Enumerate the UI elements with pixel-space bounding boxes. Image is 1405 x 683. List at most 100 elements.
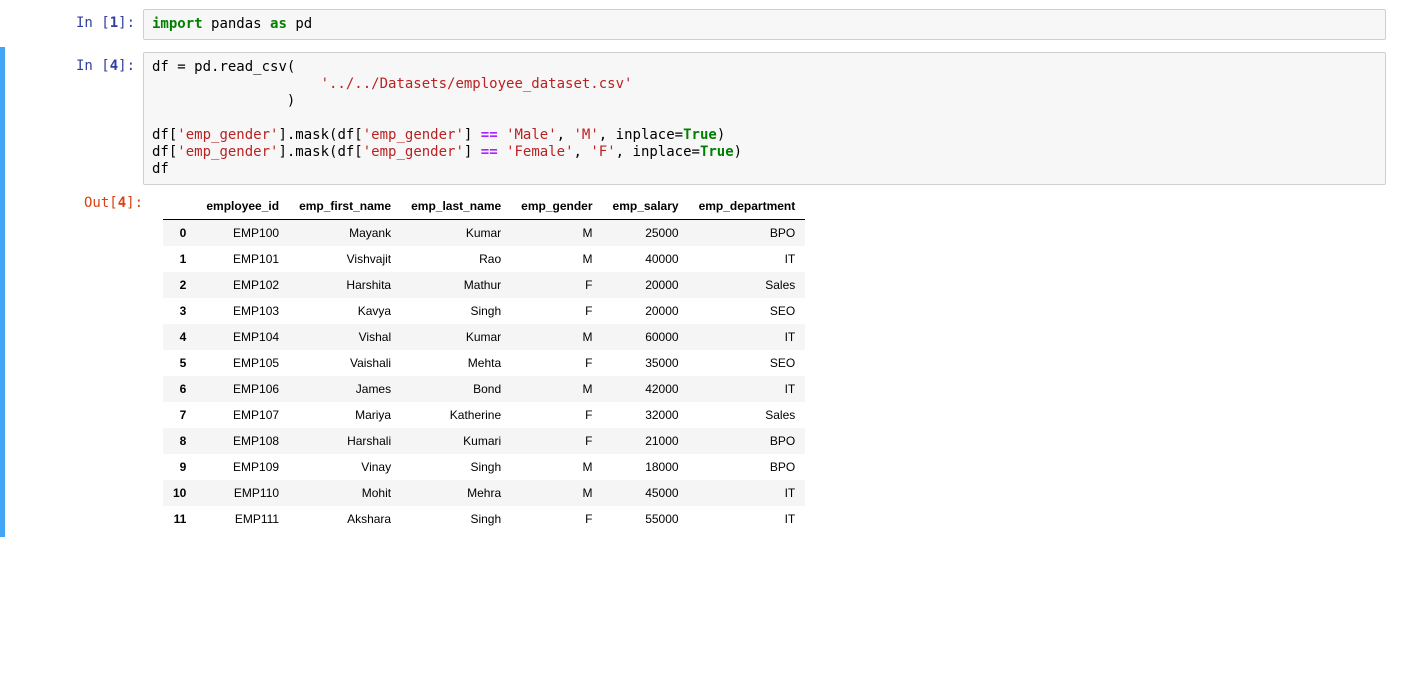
dataframe-cell: 32000 [603, 402, 689, 428]
dataframe-cell: EMP103 [196, 298, 289, 324]
dataframe-cell: 60000 [603, 324, 689, 350]
dataframe-row-index: 0 [163, 220, 196, 247]
dataframe-row-index: 5 [163, 350, 196, 376]
input-prompt: In [1]: [5, 9, 143, 40]
dataframe-cell: 40000 [603, 246, 689, 272]
dataframe-row-index: 2 [163, 272, 196, 298]
table-row: 1EMP101VishvajitRaoM40000IT [163, 246, 805, 272]
dataframe-cell: F [511, 506, 602, 532]
dataframe-row-index: 11 [163, 506, 196, 532]
dataframe-cell: EMP101 [196, 246, 289, 272]
code-input[interactable]: import pandas as pd [143, 9, 1386, 40]
dataframe-cell: 25000 [603, 220, 689, 247]
code-cell-selected[interactable]: In [4]: df = pd.read_csv( '../../Dataset… [0, 47, 1405, 537]
prompt-number: 1 [110, 15, 118, 31]
dataframe-cell: Mehra [401, 480, 511, 506]
dataframe-cell: EMP102 [196, 272, 289, 298]
dataframe-cell: 55000 [603, 506, 689, 532]
dataframe-cell: EMP107 [196, 402, 289, 428]
dataframe-cell: Harshali [289, 428, 401, 454]
dataframe-cell: M [511, 246, 602, 272]
output-content: employee_idemp_first_nameemp_last_nameem… [151, 189, 1386, 532]
dataframe-row-index: 6 [163, 376, 196, 402]
dataframe-row-index: 4 [163, 324, 196, 350]
table-row: 9EMP109VinaySinghM18000BPO [163, 454, 805, 480]
dataframe-cell: F [511, 272, 602, 298]
dataframe-cell: Singh [401, 506, 511, 532]
dataframe-table: employee_idemp_first_nameemp_last_nameem… [163, 193, 805, 532]
dataframe-cell: EMP106 [196, 376, 289, 402]
dataframe-head: employee_idemp_first_nameemp_last_nameem… [163, 193, 805, 220]
dataframe-cell: M [511, 376, 602, 402]
dataframe-cell: EMP111 [196, 506, 289, 532]
dataframe-cell: Kumar [401, 220, 511, 247]
dataframe-cell: Vishvajit [289, 246, 401, 272]
dataframe-column-header: emp_department [689, 193, 806, 220]
table-row: 6EMP106JamesBondM42000IT [163, 376, 805, 402]
code-input[interactable]: df = pd.read_csv( '../../Datasets/employ… [143, 52, 1386, 185]
dataframe-cell: BPO [689, 428, 806, 454]
dataframe-row-index: 3 [163, 298, 196, 324]
dataframe-cell: Singh [401, 298, 511, 324]
table-row: 5EMP105VaishaliMehtaF35000SEO [163, 350, 805, 376]
dataframe-column-header: employee_id [196, 193, 289, 220]
dataframe-column-header: emp_salary [603, 193, 689, 220]
dataframe-cell: Vishal [289, 324, 401, 350]
dataframe-cell: M [511, 220, 602, 247]
table-row: 4EMP104VishalKumarM60000IT [163, 324, 805, 350]
dataframe-cell: F [511, 298, 602, 324]
dataframe-corner [163, 193, 196, 220]
table-row: 2EMP102HarshitaMathurF20000Sales [163, 272, 805, 298]
dataframe-cell: EMP100 [196, 220, 289, 247]
dataframe-cell: Mayank [289, 220, 401, 247]
prompt-label: In [76, 58, 93, 74]
dataframe-cell: Kumar [401, 324, 511, 350]
prompt-label: In [76, 15, 93, 31]
dataframe-cell: Mathur [401, 272, 511, 298]
dataframe-cell: EMP108 [196, 428, 289, 454]
dataframe-cell: SEO [689, 298, 806, 324]
dataframe-cell: Sales [689, 402, 806, 428]
table-row: 7EMP107MariyaKatherineF32000Sales [163, 402, 805, 428]
prompt-number: 4 [110, 58, 118, 74]
dataframe-cell: 21000 [603, 428, 689, 454]
dataframe-cell: BPO [689, 454, 806, 480]
dataframe-cell: Bond [401, 376, 511, 402]
dataframe-row-index: 1 [163, 246, 196, 272]
table-row: 10EMP110MohitMehraM45000IT [163, 480, 805, 506]
dataframe-cell: IT [689, 324, 806, 350]
dataframe-row-index: 9 [163, 454, 196, 480]
dataframe-cell: BPO [689, 220, 806, 247]
code-cell[interactable]: In [1]: import pandas as pd [5, 4, 1405, 45]
dataframe-cell: Vinay [289, 454, 401, 480]
dataframe-cell: IT [689, 246, 806, 272]
output-area: Out[4]: employee_idemp_first_nameemp_las… [143, 189, 1386, 532]
dataframe-row-index: 7 [163, 402, 196, 428]
dataframe-cell: EMP109 [196, 454, 289, 480]
dataframe-cell: F [511, 428, 602, 454]
prompt-label: Out [84, 195, 109, 211]
dataframe-cell: IT [689, 376, 806, 402]
table-row: 3EMP103KavyaSinghF20000SEO [163, 298, 805, 324]
dataframe-cell: Katherine [401, 402, 511, 428]
dataframe-row-index: 10 [163, 480, 196, 506]
dataframe-cell: 42000 [603, 376, 689, 402]
dataframe-cell: Mehta [401, 350, 511, 376]
dataframe-cell: 45000 [603, 480, 689, 506]
dataframe-cell: Mariya [289, 402, 401, 428]
dataframe-cell: Akshara [289, 506, 401, 532]
prompt-number: 4 [118, 195, 126, 211]
dataframe-cell: M [511, 454, 602, 480]
dataframe-cell: James [289, 376, 401, 402]
dataframe-cell: EMP105 [196, 350, 289, 376]
dataframe-cell: Kavya [289, 298, 401, 324]
dataframe-cell: Kumari [401, 428, 511, 454]
dataframe-body: 0EMP100MayankKumarM25000BPO1EMP101Vishva… [163, 220, 805, 533]
dataframe-cell: SEO [689, 350, 806, 376]
dataframe-cell: EMP104 [196, 324, 289, 350]
dataframe-cell: 18000 [603, 454, 689, 480]
dataframe-row-index: 8 [163, 428, 196, 454]
output-prompt: Out[4]: [13, 189, 151, 532]
dataframe-cell: Harshita [289, 272, 401, 298]
dataframe-cell: Mohit [289, 480, 401, 506]
